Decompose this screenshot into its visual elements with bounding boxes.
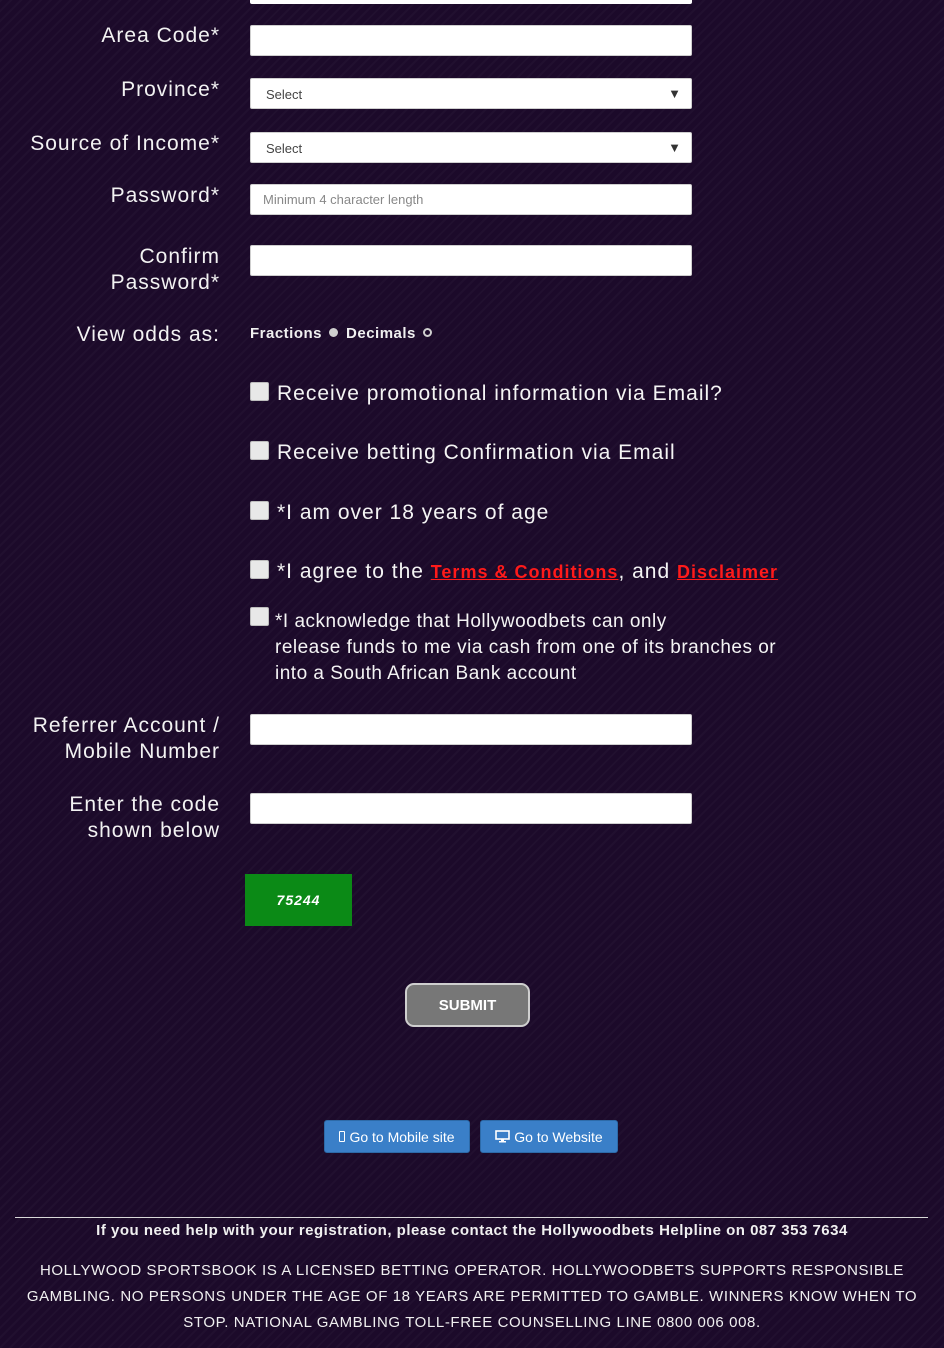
acknowledge-text-line3: into a South African Bank account: [275, 663, 577, 684]
province-select-value: Select: [266, 87, 303, 102]
password-input[interactable]: [250, 184, 692, 215]
desktop-icon: [495, 1130, 511, 1143]
betting-confirmation-option: Receive betting Confirmation via Email: [250, 440, 676, 466]
promo-email-text: Receive promotional information via Emai…: [277, 382, 723, 405]
dropdown-arrow-icon: ▼: [668, 86, 681, 101]
captcha-code-text: 75244: [276, 892, 321, 908]
age-confirmation-option: *I am over 18 years of age: [250, 500, 549, 526]
odds-radio-group: Fractions Decimals: [250, 325, 440, 342]
footer-divider: [15, 1217, 928, 1218]
terms-checkbox[interactable]: [250, 560, 269, 579]
odds-decimals-label: Decimals: [346, 325, 416, 342]
go-to-website-button[interactable]: Go to Website: [480, 1120, 618, 1153]
area-code-label: Area Code*: [101, 24, 220, 47]
terms-text: *I agree to the Terms & Conditions, and …: [277, 559, 778, 585]
captcha-image: 75244: [245, 874, 352, 926]
acknowledge-checkbox[interactable]: [250, 607, 269, 626]
previous-field-input[interactable]: [250, 0, 692, 4]
income-select-value: Select: [266, 141, 303, 156]
go-to-mobile-label: Go to Mobile site: [349, 1128, 455, 1145]
odds-label: View odds as:: [76, 323, 220, 346]
terms-agreement-option: *I agree to the Terms & Conditions, and …: [250, 559, 778, 585]
income-select[interactable]: Select ▼: [250, 132, 692, 163]
terms-prefix: *I agree to the: [277, 560, 431, 583]
password-label: Password*: [110, 184, 220, 207]
code-label-line1: Enter the code: [69, 793, 220, 816]
acknowledge-text-line2: release funds to me via cash from one of…: [275, 637, 777, 658]
terms-conditions-link[interactable]: Terms & Conditions: [431, 562, 619, 582]
age-text: *I am over 18 years of age: [277, 501, 550, 524]
confirm-password-input[interactable]: [250, 245, 692, 276]
helpline-text: If you need help with your registration,…: [96, 1222, 848, 1239]
go-to-website-label: Go to Website: [514, 1128, 603, 1145]
mobile-icon: [339, 1131, 346, 1142]
referrer-label-line1: Referrer Account /: [32, 714, 220, 737]
odds-fractions-radio[interactable]: [329, 328, 339, 337]
acknowledge-text-line1: *I acknowledge that Hollywoodbets can on…: [275, 611, 667, 632]
terms-mid: , and: [618, 560, 677, 583]
submit-button[interactable]: SUBMIT: [405, 983, 530, 1027]
go-to-mobile-button[interactable]: Go to Mobile site: [324, 1120, 470, 1153]
confirm-password-label-line2: Password*: [110, 271, 220, 294]
funds-acknowledgement-option: [250, 606, 269, 626]
dropdown-arrow-icon: ▼: [668, 140, 681, 155]
acknowledge-text: *I acknowledge that Hollywoodbets can on…: [275, 609, 776, 687]
age-checkbox[interactable]: [250, 501, 269, 520]
promo-email-checkbox[interactable]: [250, 382, 269, 401]
referrer-input[interactable]: [250, 714, 692, 745]
income-label: Source of Income*: [30, 132, 220, 155]
odds-decimals-radio[interactable]: [422, 328, 432, 337]
area-code-input[interactable]: [250, 25, 692, 56]
referrer-label-line2: Mobile Number: [64, 740, 220, 763]
code-label-line2: shown below: [87, 819, 220, 842]
betting-confirmation-text: Receive betting Confirmation via Email: [277, 441, 676, 464]
province-label: Province*: [121, 78, 220, 101]
betting-confirmation-checkbox[interactable]: [250, 441, 269, 460]
promo-email-option: Receive promotional information via Emai…: [250, 381, 723, 407]
captcha-code-input[interactable]: [250, 793, 692, 824]
legal-disclaimer: HOLLYWOOD SPORTSBOOK IS A LICENSED BETTI…: [26, 1262, 918, 1331]
disclaimer-link[interactable]: Disclaimer: [677, 562, 778, 582]
odds-fractions-label: Fractions: [250, 325, 323, 342]
confirm-password-label-line1: Confirm: [139, 245, 220, 268]
province-select[interactable]: Select ▼: [250, 78, 692, 109]
